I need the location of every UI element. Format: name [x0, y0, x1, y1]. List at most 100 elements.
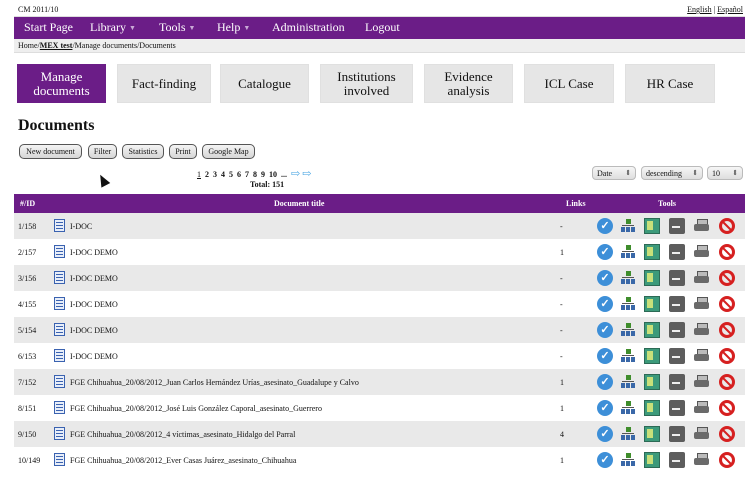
print-icon[interactable] [694, 270, 710, 286]
page-link-4[interactable]: 4 [221, 170, 225, 179]
statistics-button[interactable]: Statistics [122, 144, 164, 159]
document-file-icon[interactable] [54, 453, 65, 466]
page-link-1[interactable]: 1 [197, 170, 201, 179]
page-link-7[interactable]: 7 [245, 170, 249, 179]
delete-icon[interactable] [719, 296, 735, 312]
print-icon[interactable] [694, 218, 710, 234]
tab-catalogue[interactable]: Catalogue [220, 64, 309, 103]
page-link-5[interactable]: 5 [229, 170, 233, 179]
check-icon[interactable]: ✓ [597, 322, 613, 338]
tab-evidence-analysis[interactable]: Evidence analysis [424, 64, 513, 103]
menu-logout[interactable]: Logout [365, 20, 400, 35]
delete-icon[interactable] [719, 400, 735, 416]
check-icon[interactable]: ✓ [597, 244, 613, 260]
map-icon[interactable] [644, 426, 660, 442]
column-title-header[interactable]: Document title [274, 199, 324, 208]
download-icon[interactable] [669, 244, 685, 260]
download-icon[interactable] [669, 296, 685, 312]
map-icon[interactable] [644, 296, 660, 312]
document-file-icon[interactable] [54, 349, 65, 362]
language-espanol[interactable]: Español [717, 5, 743, 14]
document-title-link[interactable]: I-DOC DEMO [70, 274, 118, 283]
last-page-arrow-icon[interactable]: ⇨ [302, 168, 311, 180]
document-file-icon[interactable] [54, 297, 65, 310]
print-icon[interactable] [694, 400, 710, 416]
delete-icon[interactable] [719, 452, 735, 468]
hierarchy-icon[interactable] [620, 400, 636, 416]
sort-order-select[interactable]: descending ⇕ [641, 166, 703, 180]
document-file-icon[interactable] [54, 427, 65, 440]
map-icon[interactable] [644, 270, 660, 286]
document-title-link[interactable]: I-DOC DEMO [70, 326, 118, 335]
print-icon[interactable] [694, 426, 710, 442]
language-english[interactable]: English [687, 5, 711, 14]
page-link-6[interactable]: 6 [237, 170, 241, 179]
map-icon[interactable] [644, 218, 660, 234]
menu-library[interactable]: Library ▼ [90, 20, 136, 35]
hierarchy-icon[interactable] [620, 296, 636, 312]
tab-institutions-involved[interactable]: Institutions involved [320, 64, 413, 103]
document-file-icon[interactable] [54, 219, 65, 232]
hierarchy-icon[interactable] [620, 374, 636, 390]
document-title-link[interactable]: I-DOC DEMO [70, 300, 118, 309]
document-title-link[interactable]: I-DOC [70, 222, 92, 231]
document-title-link[interactable]: I-DOC DEMO [70, 248, 118, 257]
tab-manage-documents[interactable]: Manage documents [17, 64, 106, 103]
page-link-8[interactable]: 8 [253, 170, 257, 179]
tab-icl-case[interactable]: ICL Case [524, 64, 614, 103]
hierarchy-icon[interactable] [620, 244, 636, 260]
column-id-header[interactable]: #/ID [20, 199, 35, 208]
per-page-select[interactable]: 10 ⇕ [707, 166, 743, 180]
check-icon[interactable]: ✓ [597, 218, 613, 234]
download-icon[interactable] [669, 218, 685, 234]
check-icon[interactable]: ✓ [597, 296, 613, 312]
map-icon[interactable] [644, 452, 660, 468]
print-button[interactable]: Print [169, 144, 197, 159]
download-icon[interactable] [669, 400, 685, 416]
map-icon[interactable] [644, 400, 660, 416]
page-link-9[interactable]: 9 [261, 170, 265, 179]
menu-administration[interactable]: Administration [272, 20, 345, 35]
delete-icon[interactable] [719, 244, 735, 260]
google-map-button[interactable]: Google Map [202, 144, 255, 159]
document-file-icon[interactable] [54, 245, 65, 258]
page-link-2[interactable]: 2 [205, 170, 209, 179]
hierarchy-icon[interactable] [620, 452, 636, 468]
sort-field-select[interactable]: Date ⇕ [592, 166, 636, 180]
print-icon[interactable] [694, 322, 710, 338]
document-title-link[interactable]: FGE Chihuahua_20/08/2012_José Luis Gonzá… [70, 404, 322, 413]
page-link-10[interactable]: 10 [269, 170, 277, 179]
hierarchy-icon[interactable] [620, 218, 636, 234]
download-icon[interactable] [669, 374, 685, 390]
download-icon[interactable] [669, 270, 685, 286]
menu-help[interactable]: Help ▼ [217, 20, 250, 35]
check-icon[interactable]: ✓ [597, 270, 613, 286]
delete-icon[interactable] [719, 374, 735, 390]
tab-fact-finding[interactable]: Fact-finding [117, 64, 211, 103]
check-icon[interactable]: ✓ [597, 452, 613, 468]
print-icon[interactable] [694, 374, 710, 390]
check-icon[interactable]: ✓ [597, 426, 613, 442]
hierarchy-icon[interactable] [620, 270, 636, 286]
document-title-link[interactable]: FGE Chihuahua_20/08/2012_Ever Casas Juár… [70, 456, 296, 465]
document-title-link[interactable]: FGE Chihuahua_20/08/2012_4 víctimas_ases… [70, 430, 295, 439]
check-icon[interactable]: ✓ [597, 374, 613, 390]
hierarchy-icon[interactable] [620, 348, 636, 364]
document-title-link[interactable]: I-DOC DEMO [70, 352, 118, 361]
document-file-icon[interactable] [54, 375, 65, 388]
hierarchy-icon[interactable] [620, 322, 636, 338]
filter-button[interactable]: Filter [88, 144, 117, 159]
tab-hr-case[interactable]: HR Case [625, 64, 715, 103]
document-title-link[interactable]: FGE Chihuahua_20/08/2012_Juan Carlos Her… [70, 378, 359, 387]
print-icon[interactable] [694, 296, 710, 312]
breadcrumb-home[interactable]: Home/ [18, 41, 40, 50]
print-icon[interactable] [694, 244, 710, 260]
document-file-icon[interactable] [54, 401, 65, 414]
document-file-icon[interactable] [54, 271, 65, 284]
print-icon[interactable] [694, 452, 710, 468]
menu-start-page[interactable]: Start Page [24, 20, 73, 35]
next-page-arrow-icon[interactable]: ⇨ [291, 168, 300, 180]
page-link-3[interactable]: 3 [213, 170, 217, 179]
new-document-button[interactable]: New document [19, 144, 82, 159]
delete-icon[interactable] [719, 218, 735, 234]
